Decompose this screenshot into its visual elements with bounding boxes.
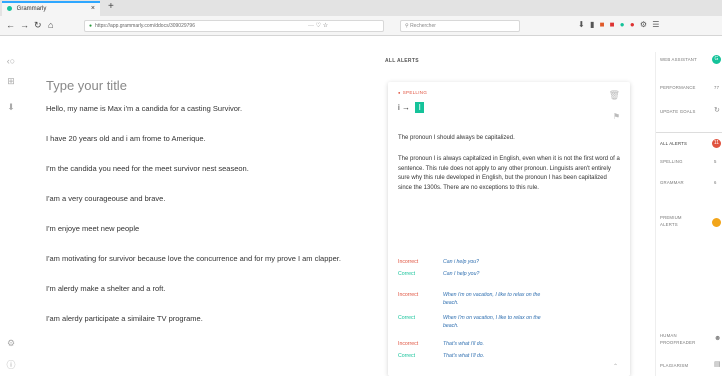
alert-explanation: The pronoun I is always capitalized in E… xyxy=(398,156,620,192)
document-editor[interactable]: Type your title Hello, my name is Max i'… xyxy=(46,78,346,343)
paragraph: I'm alerdy make a shelter and a roft. xyxy=(46,284,166,293)
performance-score: 77 xyxy=(714,85,720,90)
example-text: When i'm on vacation, I like to relax on… xyxy=(443,292,541,306)
example-label: Incorrect xyxy=(398,292,419,298)
info-icon[interactable]: ⓘ xyxy=(5,359,17,371)
home-icon[interactable]: ⌂ xyxy=(48,19,53,31)
assistant-logo-icon[interactable]: G xyxy=(712,55,721,64)
human-proofreader-label[interactable]: HUMAN PROOFREADER xyxy=(660,332,704,346)
example-text: Can i help you? xyxy=(443,259,480,265)
extension-icon[interactable]: ⚙ xyxy=(640,20,647,29)
example-label: Correct xyxy=(398,271,416,277)
back-home-icon[interactable]: ‹○ xyxy=(5,55,17,67)
back-arrow-icon[interactable]: ← xyxy=(6,19,15,31)
right-sidebar: WEB ASSISTANT G PERFORMANCE 77 UPDATE GO… xyxy=(655,52,722,376)
tab-close-icon[interactable]: × xyxy=(91,3,95,15)
example-label: Correct xyxy=(398,353,416,359)
paragraph: I'm enjoye meet new people xyxy=(46,224,140,233)
plagiarism-icon[interactable]: ▤ xyxy=(714,361,721,368)
download-icon[interactable]: ⬇ xyxy=(578,20,585,29)
editor-left-rail: ‹○ ⊞ ⬇ ⚙ ⓘ xyxy=(0,37,22,376)
alert-count-badge: 11 xyxy=(712,139,721,148)
lock-icon: ● xyxy=(89,23,93,29)
settings-icon[interactable]: ⚙ xyxy=(5,337,17,349)
search-placeholder: Rechercher xyxy=(410,23,436,29)
tab-title: Grammarly xyxy=(16,6,47,12)
menu-icon[interactable]: ☰ xyxy=(652,20,659,29)
example-text: That's what I'll do. xyxy=(443,353,485,359)
extension-icon[interactable]: ● xyxy=(630,20,635,29)
forward-arrow-icon[interactable]: → xyxy=(20,19,29,31)
example-label: Incorrect xyxy=(398,259,419,265)
all-alerts-tab[interactable]: ALL ALERTS xyxy=(660,140,687,147)
url-text: https://app.grammarly.com/ddocs/30902979… xyxy=(95,23,195,29)
refresh-icon[interactable]: ↻ xyxy=(714,107,720,114)
url-actions[interactable]: ··· ♡ ☆ xyxy=(308,20,328,32)
suggestion-row: i → I xyxy=(398,102,425,114)
grammarly-extension-icon[interactable]: ● xyxy=(620,20,625,29)
example-text: When I'm on vacation, I like to relax on… xyxy=(443,315,541,329)
collapse-caret-icon[interactable]: ⌃ xyxy=(613,363,618,370)
browser-search-input[interactable]: ⚲ Rechercher xyxy=(400,20,520,32)
original-word: i xyxy=(398,103,400,112)
url-bar[interactable]: ● https://app.grammarly.com/ddocs/3090297… xyxy=(84,20,384,32)
example-text: Can I help you? xyxy=(443,271,480,277)
paragraph: I'm the candida you need for the meet su… xyxy=(46,164,249,173)
example-text: That's what i'll do. xyxy=(443,341,484,347)
extension-toolbar: ⬇ ▮ ■ ■ ● ● ⚙ ☰ xyxy=(578,19,662,31)
divider xyxy=(656,132,722,133)
paragraph: I'am alerdy participate a similaire TV p… xyxy=(46,314,203,323)
browser-tab[interactable]: Grammarly × xyxy=(2,1,100,16)
download-icon[interactable]: ⬇ xyxy=(5,101,17,113)
document-title-input[interactable]: Type your title xyxy=(46,78,346,93)
alert-summary: The pronoun I should always be capitaliz… xyxy=(398,135,515,141)
library-icon[interactable]: ▮ xyxy=(590,20,594,29)
spelling-count: 5 xyxy=(714,159,717,164)
premium-alerts-label[interactable]: PREMIUM ALERTS xyxy=(660,214,698,228)
paragraph: Hello, my name is Max i'm a candida for … xyxy=(46,104,243,113)
example-label: Correct xyxy=(398,315,416,321)
new-tab-button[interactable]: + xyxy=(108,1,114,13)
plagiarism-label[interactable]: PLAGIARISM xyxy=(660,362,688,369)
browser-tab-bar: Grammarly × + xyxy=(0,0,722,16)
example-label: Incorrect xyxy=(398,341,419,347)
flag-icon[interactable]: ⚑ xyxy=(613,112,620,121)
paragraph: I have 20 years old and i am frome to Am… xyxy=(46,134,206,143)
alerts-heading: ALL ALERTS xyxy=(385,58,419,64)
trash-icon[interactable]: 🗑 xyxy=(609,90,620,101)
person-icon[interactable]: ☻ xyxy=(714,335,721,342)
performance-label[interactable]: PERFORMANCE xyxy=(660,84,696,91)
paragraph: I'am motivating for survivor because lov… xyxy=(46,254,341,263)
spelling-tab[interactable]: SPELLING xyxy=(660,158,683,165)
reload-icon[interactable]: ↻ xyxy=(34,19,42,31)
extension-icon[interactable]: ■ xyxy=(600,20,605,29)
goals-label[interactable]: WEB ASSISTANT xyxy=(660,56,697,63)
update-goals-label[interactable]: UPDATE GOALS xyxy=(660,108,696,115)
paragraph: I'am a very courageouse and brave. xyxy=(46,194,166,203)
grammar-count: 6 xyxy=(714,180,717,185)
alert-card[interactable]: SPELLING 🗑 ⚑ i → I The pronoun I should … xyxy=(388,82,630,376)
replacement-button[interactable]: I xyxy=(415,102,425,113)
arrow-icon: → xyxy=(402,103,411,112)
premium-badge-icon xyxy=(712,218,721,227)
grammar-tab[interactable]: GRAMMAR xyxy=(660,179,684,186)
alert-category: SPELLING xyxy=(398,90,427,95)
grammarly-favicon-icon xyxy=(7,5,12,11)
extension-icon[interactable]: ■ xyxy=(610,20,615,29)
new-document-icon[interactable]: ⊞ xyxy=(5,75,17,87)
browser-nav-bar: ← → ↻ ⌂ ● https://app.grammarly.com/ddocs… xyxy=(0,16,722,36)
